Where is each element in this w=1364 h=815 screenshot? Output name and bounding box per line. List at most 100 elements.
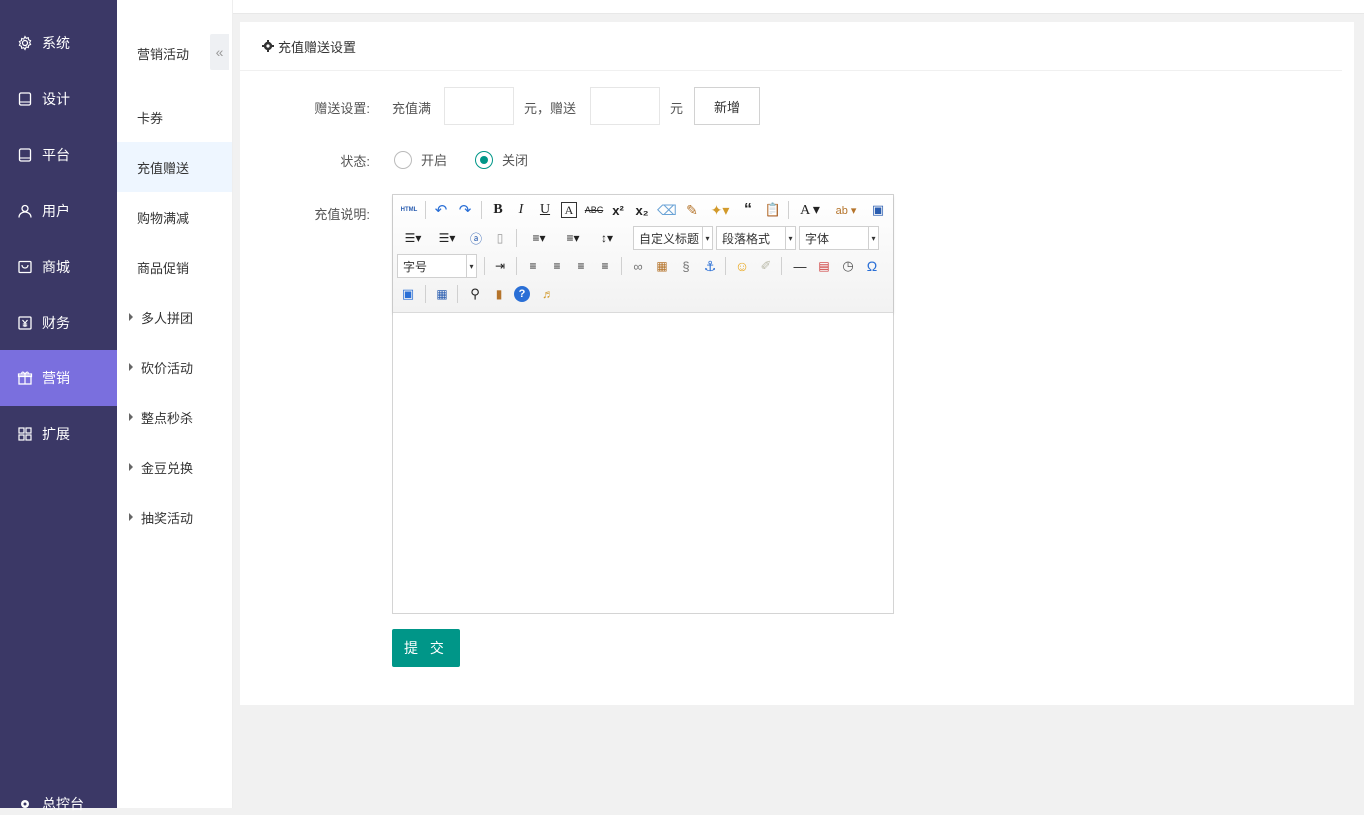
subscript-icon[interactable]: x₂ [634, 200, 650, 220]
nav-item-platform[interactable]: 平台 [0, 127, 117, 183]
gear-icon [17, 35, 33, 51]
unordered-list-icon[interactable]: ☰▾ [433, 228, 461, 248]
nav-item-label: 用户 [42, 203, 70, 219]
sub-item-bargain[interactable]: 砍价活动 [117, 342, 232, 392]
paste-plain-icon[interactable]: 📋 [764, 200, 782, 220]
status-radio-on[interactable]: 开启 [394, 150, 447, 169]
nav-item-system[interactable]: 系统 [0, 15, 117, 71]
anchor-icon[interactable]: ⚓ [701, 256, 719, 276]
radio-label: 关闭 [502, 153, 529, 168]
background-color-icon[interactable]: ab ▾ [831, 200, 861, 220]
nav-item-label: 系统 [42, 35, 70, 51]
unit-text: 元 [670, 101, 684, 116]
time-icon[interactable]: ◷ [839, 256, 857, 276]
special-chars-icon[interactable]: Ω [863, 256, 881, 276]
nav-item-design[interactable]: 设计 [0, 71, 117, 127]
sub-item-label: 购物满减 [137, 210, 190, 226]
paragraph-spacing-bottom-icon[interactable]: ≡▾ [559, 228, 587, 248]
template-icon[interactable]: ▮ [490, 284, 508, 304]
line-height-icon[interactable]: ↕▾ [593, 228, 621, 248]
toolbar-separator [484, 257, 485, 275]
sub-item-bean-exchange[interactable]: 金豆兑换 [117, 442, 232, 492]
eraser-icon[interactable]: ⌫ [657, 200, 677, 220]
gift-amount-input[interactable] [590, 87, 660, 125]
underline-icon[interactable]: U [537, 200, 553, 220]
paragraph-spacing-top-icon[interactable]: ≡▾ [525, 228, 553, 248]
horizontal-rule-icon[interactable]: — [791, 256, 809, 276]
collapse-button[interactable]: « [210, 34, 229, 70]
indent-icon[interactable]: ⇥ [491, 256, 509, 276]
radio-circle-icon [394, 150, 412, 169]
table-icon[interactable]: ▦ [433, 284, 451, 304]
sub-item-label: 充值赠送 [137, 160, 190, 176]
sub-item-lottery[interactable]: 抽奖活动 [117, 492, 232, 542]
insert-frame-icon[interactable]: ▣ [399, 284, 417, 304]
nav-item-extend[interactable]: 扩展 [0, 406, 117, 462]
settings-panel: 充值赠送设置 赠送设置: 充值满 元，赠送 元 新增 状态: 开启 关闭 充值说… [240, 22, 1354, 705]
font-family-select[interactable]: 字体 ▾ [799, 226, 879, 250]
editor-content-area[interactable] [393, 313, 893, 613]
fullscreen-icon[interactable]: ▣ [869, 200, 887, 220]
monitor-icon [17, 91, 33, 107]
sub-item-flash-sale[interactable]: 整点秒杀 [117, 392, 232, 442]
nav-item-shop[interactable]: 商城 [0, 239, 117, 295]
image-icon[interactable]: ▦ [653, 256, 671, 276]
emotion-icon[interactable]: ☺ [733, 256, 751, 276]
submit-button[interactable]: 提 交 [392, 629, 460, 667]
search-replace-icon[interactable]: ⚲ [466, 284, 484, 304]
undo-icon[interactable]: ↶ [432, 200, 450, 220]
font-border-icon[interactable]: A [561, 202, 577, 218]
format-brush-icon[interactable]: ✎ [683, 200, 701, 220]
paragraph-format-select[interactable]: 段落格式 ▾ [716, 226, 796, 250]
toolbar-separator [621, 257, 622, 275]
panel-title: 充值赠送设置 [278, 39, 357, 55]
page-icon[interactable]: ▯ [491, 228, 509, 248]
status-radio-off[interactable]: 关闭 [475, 150, 528, 169]
blockquote-icon[interactable]: “ [740, 200, 756, 220]
music-icon[interactable]: ♬ [538, 284, 558, 304]
align-left-icon[interactable]: ≡ [524, 256, 542, 276]
strikethrough-icon[interactable]: ABC [584, 200, 604, 220]
unlink-icon[interactable]: § [677, 256, 695, 276]
italic-icon[interactable]: I [513, 200, 529, 220]
nav-item-console[interactable]: 总控台 [17, 794, 84, 814]
recharge-amount-input[interactable] [444, 87, 514, 125]
sub-item-label: 金豆兑换 [141, 460, 194, 476]
text-direction-icon[interactable]: ⓐ [467, 228, 485, 248]
combo-label: 自定义标题 [639, 231, 700, 246]
main-content: 充值赠送设置 赠送设置: 充值满 元，赠送 元 新增 状态: 开启 关闭 充值说… [233, 14, 1364, 808]
yen-icon [17, 315, 33, 331]
custom-title-select[interactable]: 自定义标题 ▾ [633, 226, 713, 250]
gear-icon [17, 796, 33, 812]
add-button[interactable]: 新增 [694, 87, 760, 125]
caret-right-icon [129, 363, 133, 371]
toolbar-separator [425, 201, 426, 219]
sub-item-promotion[interactable]: 商品促销 [117, 242, 232, 292]
align-center-icon[interactable]: ≡ [548, 256, 566, 276]
sub-sidebar-title: 营销活动 [137, 47, 190, 62]
link-icon[interactable]: ∞ [629, 256, 647, 276]
nav-item-users[interactable]: 用户 [0, 183, 117, 239]
date-icon[interactable]: ▤ [815, 256, 833, 276]
sub-item-label: 商品促销 [137, 260, 190, 276]
align-right-icon[interactable]: ≡ [572, 256, 590, 276]
bold-icon[interactable]: B [490, 200, 506, 220]
font-size-select[interactable]: 字号 ▾ [397, 254, 477, 278]
sub-item-group-buy[interactable]: 多人拼团 [117, 292, 232, 342]
font-color-icon[interactable]: A ▾ [797, 200, 823, 220]
redo-icon[interactable]: ↷ [456, 200, 474, 220]
ordered-list-icon[interactable]: ☰▾ [399, 228, 427, 248]
superscript-icon[interactable]: x² [610, 200, 626, 220]
sub-item-recharge-gift[interactable]: 充值赠送 [117, 142, 232, 192]
gift-settings-label: 赠送设置: [314, 101, 370, 116]
sub-item-full-reduction[interactable]: 购物满减 [117, 192, 232, 242]
html-source-button[interactable]: HTML [398, 200, 420, 220]
help-icon[interactable]: ? [514, 286, 530, 302]
sub-item-coupon[interactable]: 卡券 [117, 92, 232, 142]
sub-item-label: 砍价活动 [141, 360, 194, 376]
align-justify-icon[interactable]: ≡ [596, 256, 614, 276]
nav-item-marketing[interactable]: 营销 [0, 350, 117, 406]
nav-item-finance[interactable]: 财务 [0, 295, 117, 351]
auto-format-icon[interactable]: ✦▾ [706, 200, 734, 220]
scrawl-icon[interactable]: ✐ [757, 256, 775, 276]
